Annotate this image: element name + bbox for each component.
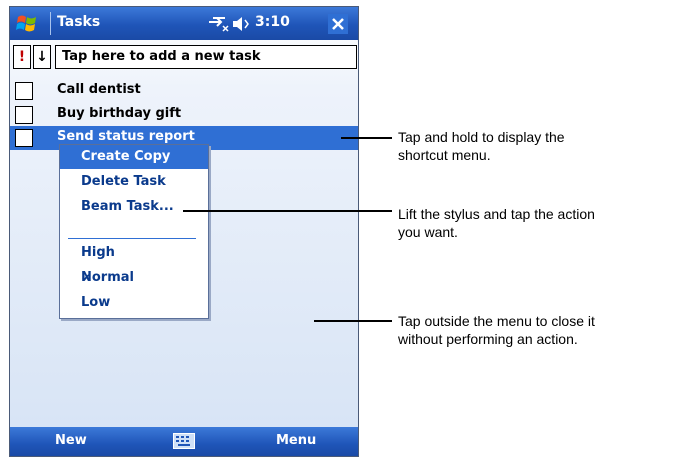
menu-item-beam-task[interactable]: Beam Task... (60, 195, 208, 219)
connectivity-icon (209, 17, 225, 27)
task-checkbox[interactable] (15, 82, 33, 100)
callout-line-text: Tap and hold to display the (398, 129, 565, 145)
menu-bar: New Menu (10, 427, 358, 456)
priority-button[interactable]: ! (13, 45, 31, 69)
volume-icon (233, 17, 249, 31)
menu-item-label: Beam Task... (81, 199, 174, 214)
callout-line-text: Tap outside the menu to close it (398, 313, 595, 329)
task-checkbox[interactable] (15, 129, 33, 147)
callout-tap-outside: Tap outside the menu to close it without… (398, 312, 595, 348)
callout-line-text: shortcut menu. (398, 147, 491, 163)
task-checkbox[interactable] (15, 106, 33, 124)
menu-separator (68, 238, 196, 239)
menu-item-label: High (81, 245, 115, 260)
menu-button[interactable]: Menu (276, 433, 316, 448)
context-menu: Create Copy Delete Task Beam Task... Hig… (59, 144, 209, 319)
callout-line-2 (183, 210, 392, 212)
task-entry-bar: ! ↓ Tap here to add a new task (13, 45, 357, 69)
pocket-pc-screen: Tasks 3:10 ! ↓ Tap here to add a new tas… (9, 6, 359, 457)
menu-item-label: Create Copy (81, 149, 171, 164)
title-bar: Tasks 3:10 (10, 7, 358, 40)
menu-item-low[interactable]: Low (60, 291, 208, 315)
task-row[interactable]: Call dentist (10, 79, 358, 103)
callout-tap-and-hold: Tap and hold to display the shortcut men… (398, 128, 565, 164)
menu-item-label: Normal (81, 270, 134, 285)
windows-start-icon[interactable] (16, 13, 38, 33)
menu-item-label: Low (81, 295, 111, 310)
task-row[interactable]: Buy birthday gift (10, 103, 358, 127)
menu-item-normal[interactable]: ✔ Normal (60, 266, 208, 290)
keyboard-icon[interactable] (173, 433, 195, 449)
menu-item-high[interactable]: High (60, 241, 208, 265)
menu-item-create-copy[interactable]: Create Copy (60, 145, 208, 169)
callout-line-1 (341, 137, 392, 139)
new-task-field[interactable]: Tap here to add a new task (55, 45, 357, 69)
new-button[interactable]: New (55, 433, 87, 448)
callout-line-text: without performing an action. (398, 331, 578, 347)
app-title: Tasks (57, 14, 101, 30)
callout-lift-stylus: Lift the stylus and tap the action you w… (398, 205, 595, 241)
close-icon (332, 18, 344, 30)
task-label: Call dentist (57, 82, 141, 97)
callout-line-3 (314, 320, 392, 322)
sort-button[interactable]: ↓ (33, 45, 51, 69)
close-button[interactable] (328, 14, 348, 34)
clock[interactable]: 3:10 (255, 14, 290, 30)
menu-item-label: Delete Task (81, 174, 166, 189)
menu-item-delete-task[interactable]: Delete Task (60, 170, 208, 194)
title-separator (50, 12, 51, 35)
callout-line-text: Lift the stylus and tap the action (398, 206, 595, 222)
callout-line-text: you want. (398, 224, 458, 240)
task-label: Buy birthday gift (57, 106, 182, 121)
no-connection-x-icon (222, 25, 229, 32)
task-label: Send status report (57, 129, 195, 144)
